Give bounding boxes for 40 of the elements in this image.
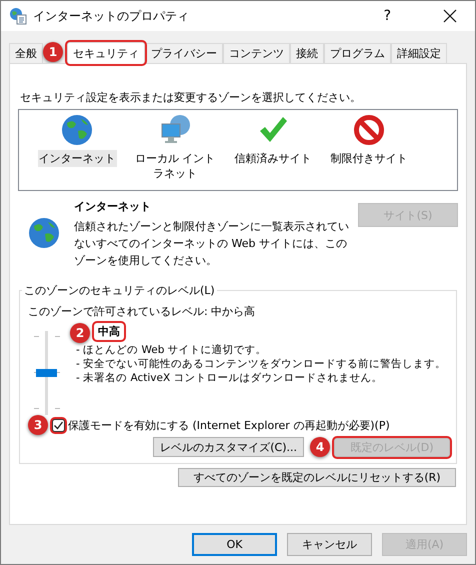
tab[interactable]: プログラム (324, 43, 391, 63)
tab[interactable]: プライバシー (145, 43, 223, 63)
tab[interactable]: 全般 (9, 43, 43, 63)
checkbox-label[interactable]: 保護モードを有効にする (Internet Explorer の再起動が必要)(P) (68, 418, 390, 432)
custom-level-button[interactable]: レベルのカスタマイズ(C)... (153, 437, 304, 457)
dialog-button[interactable]: OK (192, 533, 277, 556)
zone-label[interactable]: 制限付きサイト (323, 150, 415, 167)
tab[interactable]: コンテンツ (223, 43, 290, 63)
tab[interactable]: セキュリティ (67, 42, 145, 64)
tab[interactable]: 詳細設定 (391, 43, 447, 63)
callout-badge: 3 (28, 415, 48, 435)
window-title: インターネットのプロパティ (33, 8, 190, 24)
reset-all-zones-button[interactable]: すべてのゾーンを既定のレベルにリセットする(R) (178, 468, 456, 487)
slider-thumb[interactable] (36, 369, 57, 377)
level-slider[interactable] (34, 331, 60, 417)
callout-badge: 2 (70, 323, 90, 343)
allowed-level-text: このゾーンで許可されているレベル: 中から高 (28, 304, 256, 319)
callout-badge: 1 (43, 42, 63, 62)
computer-globe-icon[interactable] (159, 114, 191, 146)
zone-label[interactable]: インターネット (38, 150, 116, 167)
level-description: - 安全でない可能性のあるコンテンツをダウンロードする前に警告します。 (76, 357, 446, 371)
level-name: 中高 (94, 323, 124, 340)
group-legend: このゾーンのセキュリティのレベル(L) (22, 283, 217, 298)
callout-badge: 4 (310, 437, 330, 457)
instruction-text: セキュリティ設定を表示または変更するゾーンを選択してください。 (20, 90, 362, 105)
zone-description: 信頼されたゾーンと制限付きゾーンに一覧表示されていないすべてのインターネットの Web サイトには、このゾーンを使用してください。 (74, 219, 350, 269)
globe-icon (28, 217, 60, 249)
level-description: - ほとんどの Web サイトに適切です。 (76, 343, 268, 357)
zone-title: インターネット (74, 199, 152, 214)
zone-label[interactable]: ローカル イントラネット (129, 150, 221, 182)
help-button[interactable]: ? (384, 8, 391, 24)
prohibited-icon[interactable] (353, 114, 385, 146)
app-icon (9, 7, 27, 25)
zone-label[interactable]: 信頼済みサイト (227, 150, 319, 167)
tab[interactable]: 接続 (290, 43, 324, 63)
dialog-button[interactable]: キャンセル (287, 533, 372, 556)
checkbox[interactable] (52, 418, 65, 432)
level-description: - 未署名の ActiveX コントロールはダウンロードされません。 (76, 371, 384, 385)
close-icon[interactable] (443, 9, 457, 23)
globe-icon[interactable] (61, 114, 93, 146)
